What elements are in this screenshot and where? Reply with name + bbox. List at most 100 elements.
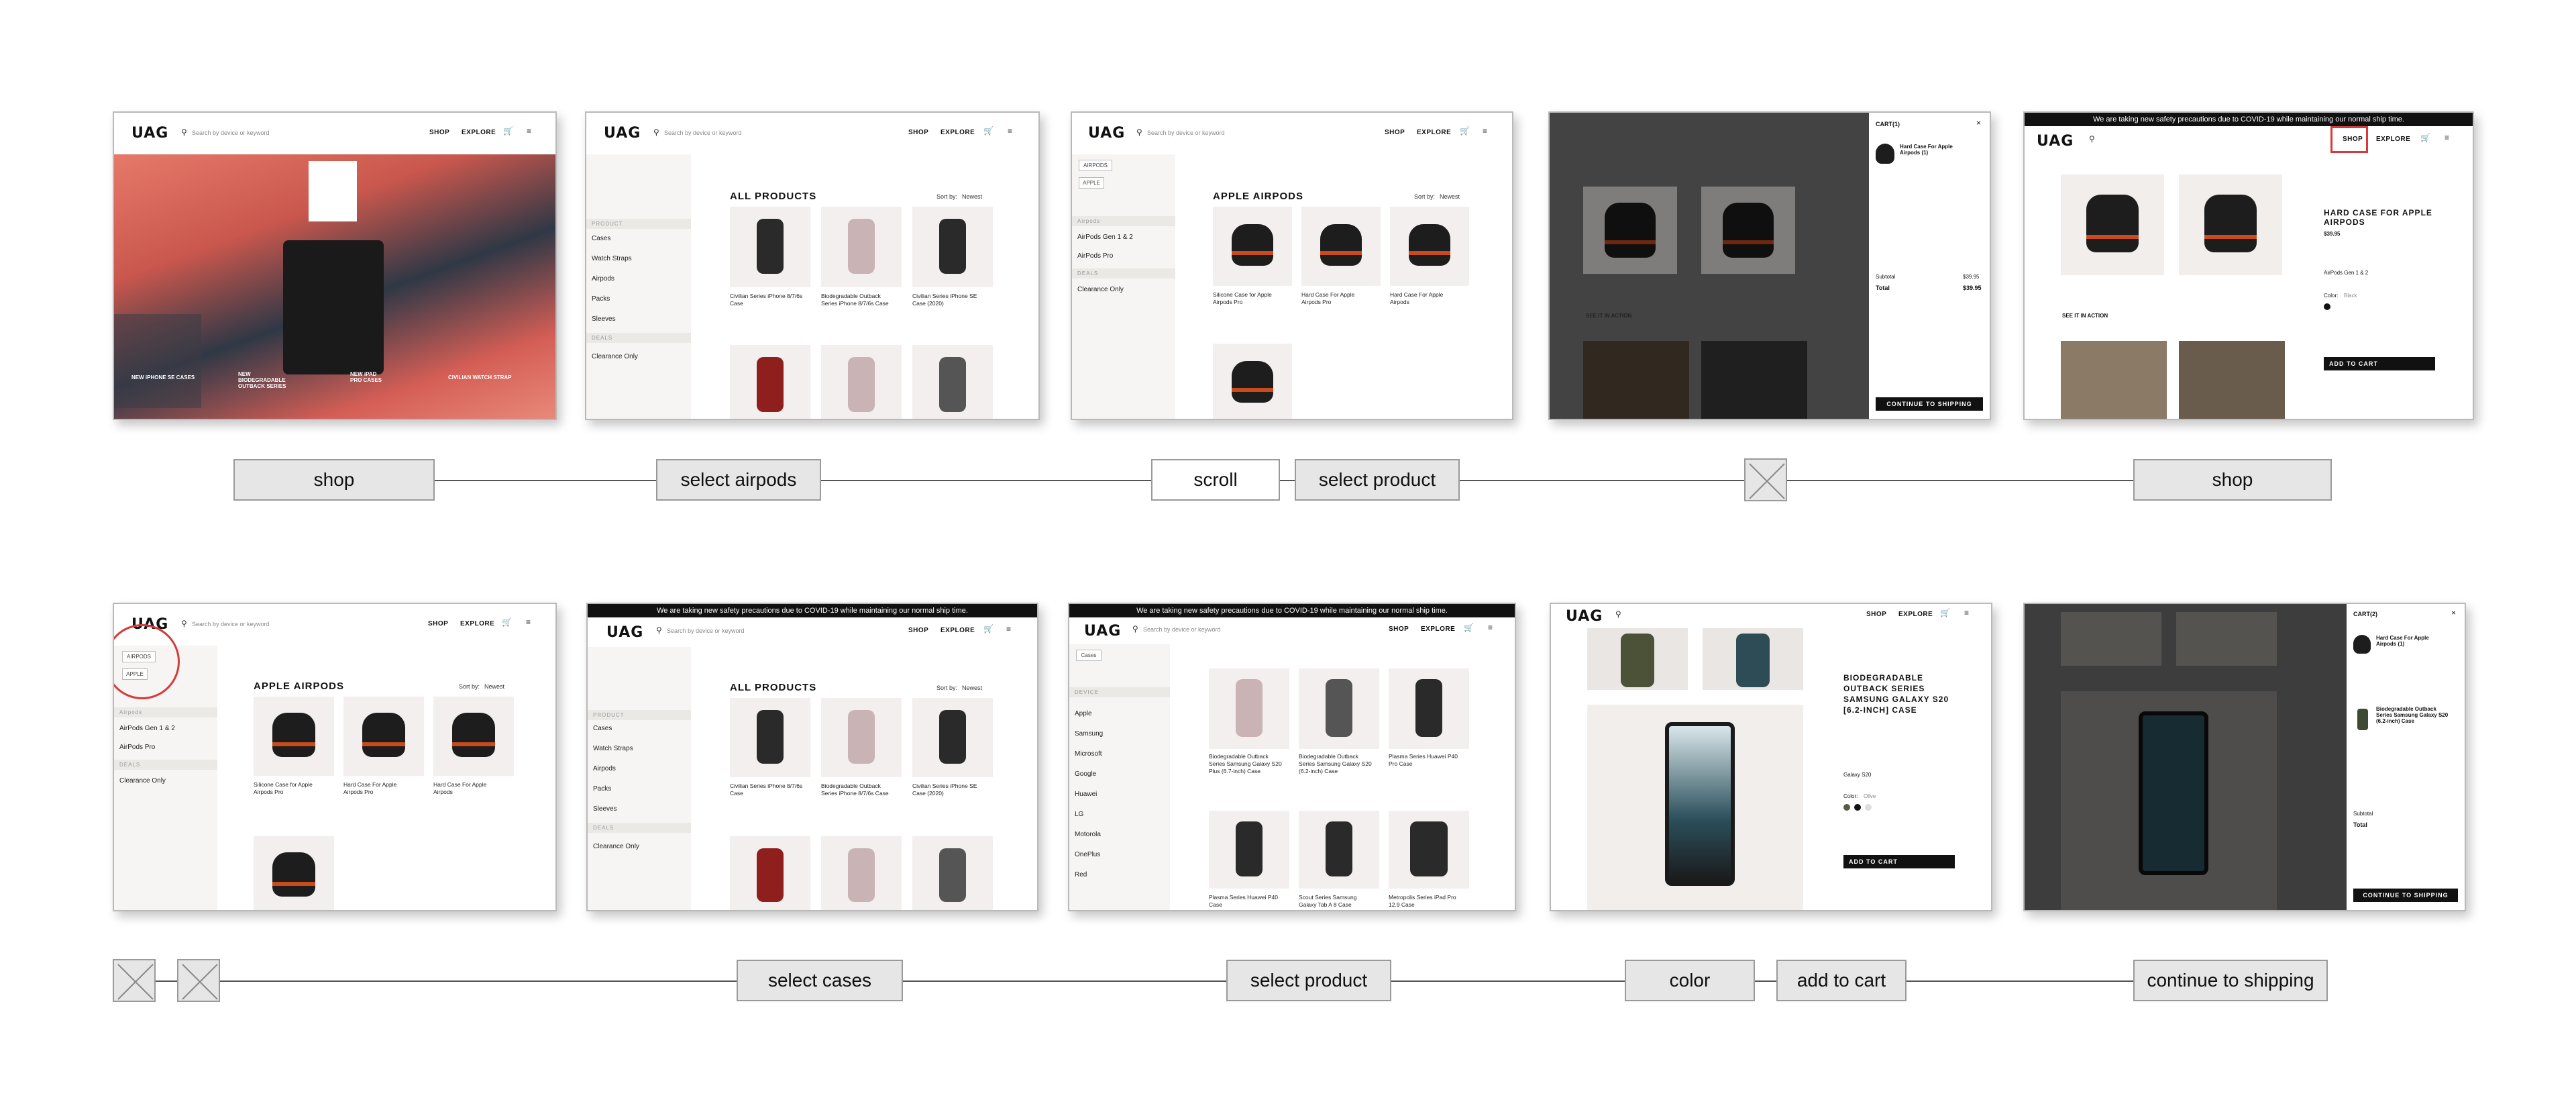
product-tile[interactable] xyxy=(730,836,810,910)
sort-select[interactable]: Newest xyxy=(1440,193,1460,200)
search-icon[interactable]: ⚲ xyxy=(1136,128,1142,137)
product-tile[interactable] xyxy=(1299,811,1379,889)
add-to-cart-button[interactable]: ADD TO CART xyxy=(2324,357,2435,370)
filter-clearance[interactable]: Clearance Only xyxy=(119,777,166,785)
product-tile[interactable] xyxy=(1389,811,1469,889)
product-name[interactable]: Silicone Case for Apple Airpods Pro xyxy=(1213,291,1287,306)
product-name[interactable]: Hard Case For Apple Airpods xyxy=(1390,291,1464,306)
nav-explore[interactable]: EXPLORE xyxy=(1417,129,1451,136)
product-name[interactable]: Hard Case For Apple Airpods Pro xyxy=(343,781,417,796)
step-select-cases[interactable]: select cases xyxy=(737,960,903,1001)
search-icon[interactable]: ⚲ xyxy=(1132,624,1138,634)
filter-red[interactable]: Red xyxy=(1075,871,1087,878)
cart-icon[interactable]: 🛒 xyxy=(1940,608,1950,617)
product-tile[interactable] xyxy=(821,345,902,419)
page-dim-overlay[interactable] xyxy=(2025,604,2347,910)
hero-tag-ipad-pro[interactable]: NEW iPAD PRO CASES xyxy=(350,371,387,383)
product-tile[interactable] xyxy=(821,836,902,910)
filter-airpods[interactable]: Airpods xyxy=(592,275,614,283)
filter-airpods-gen[interactable]: AirPods Gen 1 & 2 xyxy=(1077,234,1133,241)
color-swatch-olive[interactable] xyxy=(1843,804,1850,811)
cart-icon[interactable]: 🛒 xyxy=(503,126,513,136)
filter-airpods-pro[interactable]: AirPods Pro xyxy=(119,744,155,751)
cart-icon[interactable]: 🛒 xyxy=(1460,126,1470,136)
logo[interactable]: UAG xyxy=(1566,608,1603,625)
search-icon[interactable]: ⚲ xyxy=(656,625,662,635)
product-tile[interactable] xyxy=(254,697,334,776)
sort-select[interactable]: Newest xyxy=(962,193,982,200)
product-tile[interactable] xyxy=(1389,668,1469,749)
cart-icon[interactable]: 🛒 xyxy=(983,624,994,634)
filter-sleeves[interactable]: Sleeves xyxy=(592,315,616,323)
continue-to-shipping-button[interactable]: CONTINUE TO SHIPPING xyxy=(1876,397,1983,411)
product-tile[interactable] xyxy=(1299,668,1379,749)
filter-airpods[interactable]: Airpods xyxy=(593,765,616,772)
nav-shop[interactable]: SHOP xyxy=(429,129,449,136)
product-name[interactable]: Biodegradable Outback Series iPhone 8/7/… xyxy=(821,293,895,307)
logo[interactable]: UAG xyxy=(2037,133,2074,150)
product-tile[interactable] xyxy=(433,697,514,776)
logo[interactable]: UAG xyxy=(1088,125,1125,142)
product-tile[interactable] xyxy=(730,207,810,287)
step-scroll[interactable]: scroll xyxy=(1151,459,1280,501)
product-name[interactable]: Metropolis Series iPad Pro 12.9 Case xyxy=(1389,894,1464,909)
product-tile[interactable] xyxy=(1209,668,1289,749)
page-dim-overlay[interactable] xyxy=(1550,113,1869,419)
product-tile[interactable] xyxy=(1209,811,1289,889)
search-input[interactable]: Search by device or keyword xyxy=(667,627,745,634)
nav-explore[interactable]: EXPLORE xyxy=(941,129,975,136)
product-tile[interactable] xyxy=(1213,344,1292,419)
filter-watch-straps[interactable]: Watch Straps xyxy=(592,255,632,262)
color-swatch-black[interactable] xyxy=(2324,303,2330,310)
search-input[interactable]: Search by device or keyword xyxy=(1143,626,1221,633)
nav-shop[interactable]: SHOP xyxy=(908,627,928,634)
menu-icon[interactable]: ≡ xyxy=(1483,126,1487,136)
product-name[interactable]: Civilian Series iPhone SE Case (2020) xyxy=(912,293,986,307)
step-color[interactable]: color xyxy=(1625,960,1755,1001)
filter-huawei[interactable]: Huawei xyxy=(1075,791,1097,798)
product-tile[interactable] xyxy=(821,698,902,777)
cart-icon[interactable]: 🛒 xyxy=(1464,623,1474,632)
menu-icon[interactable]: ≡ xyxy=(527,126,531,136)
product-tile[interactable] xyxy=(821,207,902,287)
step-close-icon[interactable] xyxy=(1744,458,1787,501)
add-to-cart-button[interactable]: ADD TO CART xyxy=(1843,855,1955,868)
filter-oneplus[interactable]: OnePlus xyxy=(1075,851,1100,858)
close-icon[interactable]: × xyxy=(2451,608,2456,617)
filter-watch-straps[interactable]: Watch Straps xyxy=(593,745,633,752)
product-tile[interactable] xyxy=(730,345,810,419)
search-input[interactable]: Search by device or keyword xyxy=(664,130,742,136)
menu-icon[interactable]: ≡ xyxy=(526,617,531,627)
filter-clearance[interactable]: Clearance Only xyxy=(593,843,639,850)
sort-select[interactable]: Newest xyxy=(962,685,982,691)
product-name[interactable]: Plasma Series Huawei P40 Pro Case xyxy=(1389,753,1464,768)
product-name[interactable]: Civilian Series iPhone 8/7/6s Case xyxy=(730,293,804,307)
cart-icon[interactable]: 🛒 xyxy=(502,617,512,627)
product-tile[interactable] xyxy=(912,698,993,777)
search-input[interactable]: Search by device or keyword xyxy=(192,130,270,136)
filter-cases[interactable]: Cases xyxy=(592,235,610,242)
filter-chip-cases[interactable]: Cases xyxy=(1076,650,1102,661)
menu-icon[interactable]: ≡ xyxy=(1964,608,1969,617)
nav-shop[interactable]: SHOP xyxy=(1866,611,1886,618)
filter-cases[interactable]: Cases xyxy=(593,725,612,732)
search-icon[interactable]: ⚲ xyxy=(1615,609,1621,619)
filter-chip-airpods[interactable]: AIRPODS xyxy=(1079,160,1112,171)
product-tile[interactable] xyxy=(254,836,334,910)
nav-explore[interactable]: EXPLORE xyxy=(460,620,494,627)
product-name[interactable]: Scout Series Samsung Galaxy Tab A 8 Case xyxy=(1299,894,1374,909)
filter-apple[interactable]: Apple xyxy=(1075,710,1092,717)
product-name[interactable]: Silicone Case for Apple Airpods Pro xyxy=(254,781,327,796)
nav-explore[interactable]: EXPLORE xyxy=(941,627,975,634)
logo[interactable]: UAG xyxy=(131,125,168,142)
step-select-product-2[interactable]: select product xyxy=(1226,960,1391,1001)
hero-tag-biodegradable[interactable]: NEW BIODEGRADABLE OUTBACK SERIES xyxy=(238,371,299,389)
product-name[interactable]: Plasma Series Huawei P40 Case xyxy=(1209,894,1284,909)
device-select[interactable]: AirPods Gen 1 & 2 xyxy=(2324,270,2368,276)
search-icon[interactable]: ⚲ xyxy=(653,128,659,137)
product-name[interactable]: Biodegradable Outback Series Samsung Gal… xyxy=(1209,753,1284,775)
search-input[interactable]: Search by device or keyword xyxy=(192,621,270,627)
menu-icon[interactable]: ≡ xyxy=(2445,133,2449,142)
filter-samsung[interactable]: Samsung xyxy=(1075,730,1103,738)
product-tile[interactable] xyxy=(343,697,424,776)
